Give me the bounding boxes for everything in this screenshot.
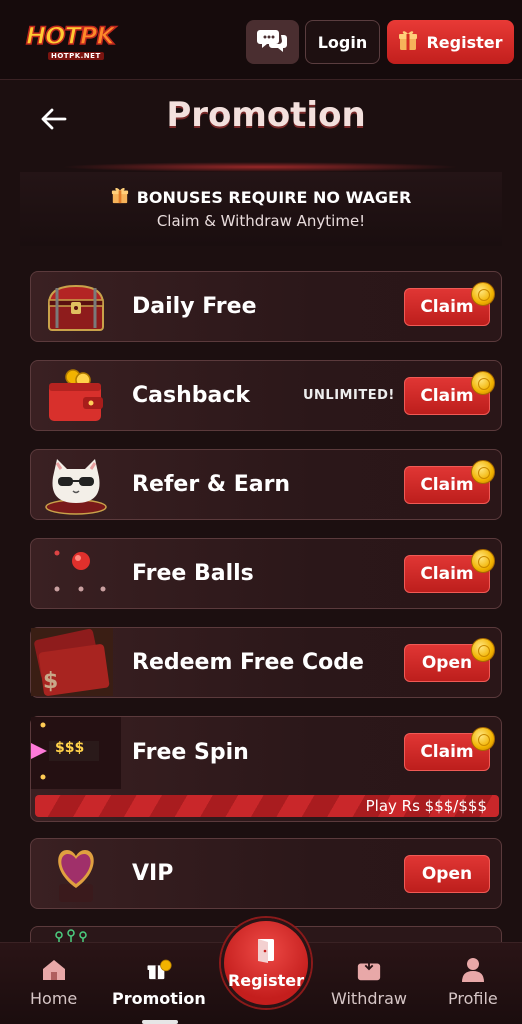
chat-bubbles-icon xyxy=(256,26,289,58)
coin-icon xyxy=(471,727,495,751)
register-label: Register xyxy=(426,32,503,52)
promo-card-vip[interactable]: VIP Open xyxy=(30,838,502,909)
nav-home[interactable]: Home xyxy=(30,957,77,1017)
bonus-headline-text: BONUSES REQUIRE NO WAGER xyxy=(136,187,412,207)
nav-register-button[interactable]: Register xyxy=(221,918,311,1008)
gift-coin-icon xyxy=(146,957,172,983)
withdraw-icon xyxy=(356,957,382,983)
page-title: Promotion xyxy=(166,95,366,135)
ticket-icon: $ xyxy=(31,628,113,696)
nav-promotion[interactable]: Promotion xyxy=(112,957,206,1017)
bonus-banner: BONUSES REQUIRE NO WAGER Claim & Withdra… xyxy=(20,172,502,246)
chat-button[interactable] xyxy=(246,20,299,64)
nav-home-label: Home xyxy=(30,989,78,1008)
gift-icon xyxy=(398,29,418,55)
nav-register-label: Register xyxy=(227,970,305,990)
logo-subtext: HOTPK.NET xyxy=(48,52,104,60)
promo-card-cashback[interactable]: Cashback UNLIMITED! Claim xyxy=(30,360,502,431)
profile-icon xyxy=(460,957,486,983)
nav-profile-label: Profile xyxy=(448,989,498,1008)
svg-text:$: $ xyxy=(43,669,58,694)
promo-card-daily-free[interactable]: Daily Free Claim xyxy=(30,271,502,342)
promo-label: Free Spin xyxy=(132,740,249,765)
promo-label: Refer & Earn xyxy=(132,472,291,497)
spin-progress-text: Play Rs $$$/$$$ xyxy=(365,797,487,815)
unlimited-tag: UNLIMITED! xyxy=(303,388,395,403)
coin-icon xyxy=(471,549,495,573)
top-bar: HOTPK HOTPK.NET Login Register xyxy=(0,0,522,80)
promo-card-free-balls[interactable]: Free Balls Claim xyxy=(30,538,502,609)
title-underline-glow xyxy=(60,162,460,172)
spin-badge: $$$ xyxy=(55,740,85,756)
heart-gem-icon xyxy=(41,847,111,902)
gift-icon xyxy=(111,186,129,208)
coin-icon xyxy=(471,371,495,395)
logo-text: HOTPK xyxy=(25,21,116,51)
login-button[interactable]: Login xyxy=(305,20,380,64)
promo-card-free-spin[interactable]: $$$ Free Spin Claim Play Rs $$$/$$$ xyxy=(30,716,502,822)
bonus-headline: BONUSES REQUIRE NO WAGER xyxy=(20,186,502,208)
balls-icon xyxy=(41,547,111,601)
coin-icon xyxy=(471,638,495,662)
home-icon xyxy=(41,957,67,983)
home-indicator xyxy=(142,1020,178,1024)
nav-promotion-label: Promotion xyxy=(112,989,206,1008)
nav-profile[interactable]: Profile xyxy=(448,957,498,1017)
door-icon xyxy=(255,937,277,967)
register-button[interactable]: Register xyxy=(387,20,514,64)
promo-label: VIP xyxy=(132,861,174,886)
promo-label: Redeem Free Code xyxy=(132,650,364,675)
coin-icon xyxy=(471,282,495,306)
coin-icon xyxy=(471,460,495,484)
promo-label: Free Balls xyxy=(132,561,254,586)
promo-card-redeem-code[interactable]: $ Redeem Free Code Open xyxy=(30,627,502,698)
open-button[interactable]: Open xyxy=(404,855,490,893)
treasure-chest-icon xyxy=(41,280,111,334)
promo-label: Daily Free xyxy=(132,294,257,319)
spin-progress-bar: Play Rs $$$/$$$ xyxy=(35,795,499,817)
nav-withdraw-label: Withdraw xyxy=(331,989,407,1008)
wallet-icon xyxy=(41,369,111,423)
promo-card-refer-earn[interactable]: Refer & Earn Claim xyxy=(30,449,502,520)
hotpk-logo[interactable]: HOTPK HOTPK.NET xyxy=(25,20,134,64)
nav-withdraw[interactable]: Withdraw xyxy=(331,957,407,1017)
promo-label: Cashback xyxy=(132,383,251,408)
bonus-subtext: Claim & Withdraw Anytime! xyxy=(156,212,366,230)
cat-icon xyxy=(41,458,111,515)
